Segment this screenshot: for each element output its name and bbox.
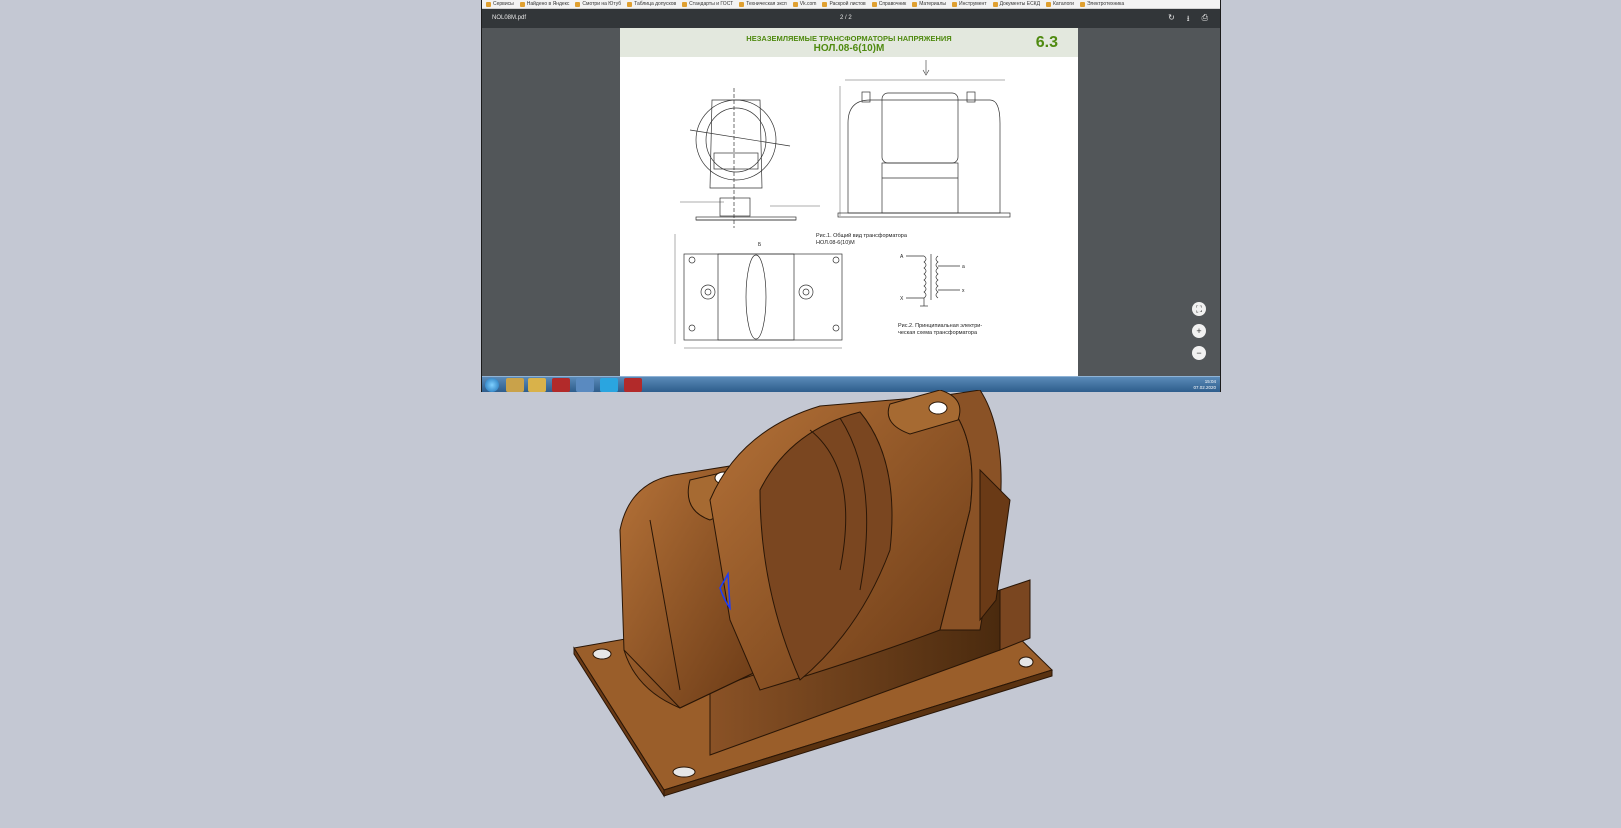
bookmark-item[interactable]: Смотри на Ютуб	[575, 1, 621, 7]
bookmark-item[interactable]: Vk.com	[792, 1, 817, 7]
bookmark-label: Сервисы	[493, 1, 514, 7]
bookmark-label: Стандарты и ГОСТ	[689, 1, 734, 7]
zoom-controls: ⛶ + −	[1192, 302, 1206, 360]
bookmark-icon	[992, 1, 998, 7]
bookmark-item[interactable]: Инструмент	[951, 1, 987, 7]
bookmark-icon	[1046, 1, 1051, 7]
bookmark-label: Материалы	[919, 1, 946, 7]
explorer-taskbar-icon[interactable]	[528, 378, 546, 392]
rotate-icon[interactable]: ↻	[1168, 13, 1175, 27]
front-view-drawing	[837, 60, 1011, 218]
fig1-caption-line1: Рис.1. Общий вид трансформатора	[816, 233, 907, 239]
zoom-out-button[interactable]: −	[1192, 346, 1206, 360]
fit-page-button[interactable]: ⛶	[1192, 302, 1206, 316]
side-view-drawing	[680, 88, 820, 228]
bookmark-item[interactable]: Таблица допусков	[627, 1, 676, 7]
bookmark-icon	[627, 1, 633, 7]
bookmark-icon	[871, 1, 877, 7]
bookmark-label: Таблица допусков	[634, 1, 677, 7]
bookmark-item[interactable]: Каталоги	[1046, 1, 1074, 7]
bookmark-item[interactable]: Техническая эксп	[739, 1, 787, 7]
bookmark-item[interactable]: Сервисы	[486, 1, 514, 7]
fig2-caption-line2: ческая схема трансформатора	[898, 330, 978, 336]
bookmark-icon	[519, 1, 525, 7]
start-button[interactable]	[485, 378, 499, 392]
mount-hole	[672, 766, 696, 778]
bookmark-label: Техническая эксп	[746, 1, 787, 7]
fig2-caption: Рис.2. Принципиальная электри- ческая сх…	[898, 323, 982, 337]
bookmark-item[interactable]: Раскрой листов	[822, 1, 866, 7]
bookmark-label: Документы ЕСКД	[999, 1, 1040, 7]
bookmark-item[interactable]: Материалы	[912, 1, 946, 7]
bookmark-icon	[951, 1, 957, 7]
pdf-page: НЕЗАЗЕМЛЯЕМЫЕ ТРАНСФОРМАТОРЫ НАПРЯЖЕНИЯ …	[620, 28, 1078, 376]
bookmark-icon	[792, 1, 798, 7]
clock-date: 07.02.2020	[1193, 385, 1216, 390]
fig1-caption: Рис.1. Общий вид трансформатора НОЛ.08-6…	[816, 233, 907, 247]
bookmark-item[interactable]: Документы ЕСКД	[992, 1, 1040, 7]
bookmark-icon	[575, 1, 581, 7]
scheme-label-A: A	[900, 254, 904, 260]
bookmark-label: Электротехника	[1086, 1, 1125, 7]
pdf-file-name: NOL08M.pdf	[492, 15, 527, 21]
system-tray: 15:04 07.02.2020	[1193, 379, 1216, 391]
bookmark-icon	[682, 1, 688, 7]
bookmarks-bar: Сервисы Найдено в Яндекс Смотри на Ютуб Таб…	[482, 0, 1220, 9]
transformer-3d-model	[573, 390, 1053, 798]
chrome-taskbar-icon[interactable]	[506, 378, 524, 392]
view-label: Б	[758, 242, 762, 248]
terminal-hole	[928, 401, 948, 415]
download-icon[interactable]: ⭳	[1187, 13, 1190, 27]
print-icon[interactable]: ⎙	[1202, 13, 1208, 27]
embedded-screenshot: Сервисы Найдено в Яндекс Смотри на Ютуб Таб…	[481, 0, 1221, 392]
bookmark-label: Инструмент	[958, 1, 987, 7]
mount-hole	[592, 648, 612, 660]
bookmark-icon	[822, 1, 828, 7]
bookmark-label: Смотри на Ютуб	[582, 1, 622, 7]
bookmark-label: Раскрой листов	[829, 1, 866, 7]
zoom-in-button[interactable]: +	[1192, 324, 1206, 338]
scheme-label-X: X	[900, 296, 904, 302]
bookmark-icon	[912, 1, 918, 7]
top-view-drawing	[674, 234, 843, 349]
fig1-caption-line2: НОЛ.08-6(10)М	[816, 240, 855, 246]
bookmark-label: Vk.com	[799, 1, 817, 7]
bookmark-icon	[739, 1, 745, 7]
bookmark-icon	[1079, 1, 1085, 7]
bookmark-item[interactable]: Найдено в Яндекс	[519, 1, 570, 7]
bookmark-label: Справочник	[878, 1, 907, 7]
mount-hole	[1018, 656, 1034, 668]
bookmark-icon	[486, 1, 491, 7]
fig2-caption-line1: Рис.2. Принципиальная электри-	[898, 323, 983, 329]
scheme-label-a: a	[962, 264, 965, 270]
bookmark-item[interactable]: Справочник	[871, 1, 907, 7]
scheme-label-x: x	[962, 288, 965, 294]
bookmark-label: Найдено в Яндекс	[526, 1, 570, 7]
pdf-toolbar: NOL08M.pdf 2 / 2 ↻ ⭳ ⎙	[482, 9, 1220, 28]
bookmark-label: Каталоги	[1053, 1, 1074, 7]
page-indicator: 2 / 2	[840, 15, 852, 21]
technical-drawing: Б A a X x	[674, 60, 1011, 349]
electrical-scheme-drawing	[906, 254, 960, 307]
bookmark-item[interactable]: Стандарты и ГОСТ	[682, 1, 733, 7]
bookmark-item[interactable]: Электротехника	[1079, 1, 1125, 7]
